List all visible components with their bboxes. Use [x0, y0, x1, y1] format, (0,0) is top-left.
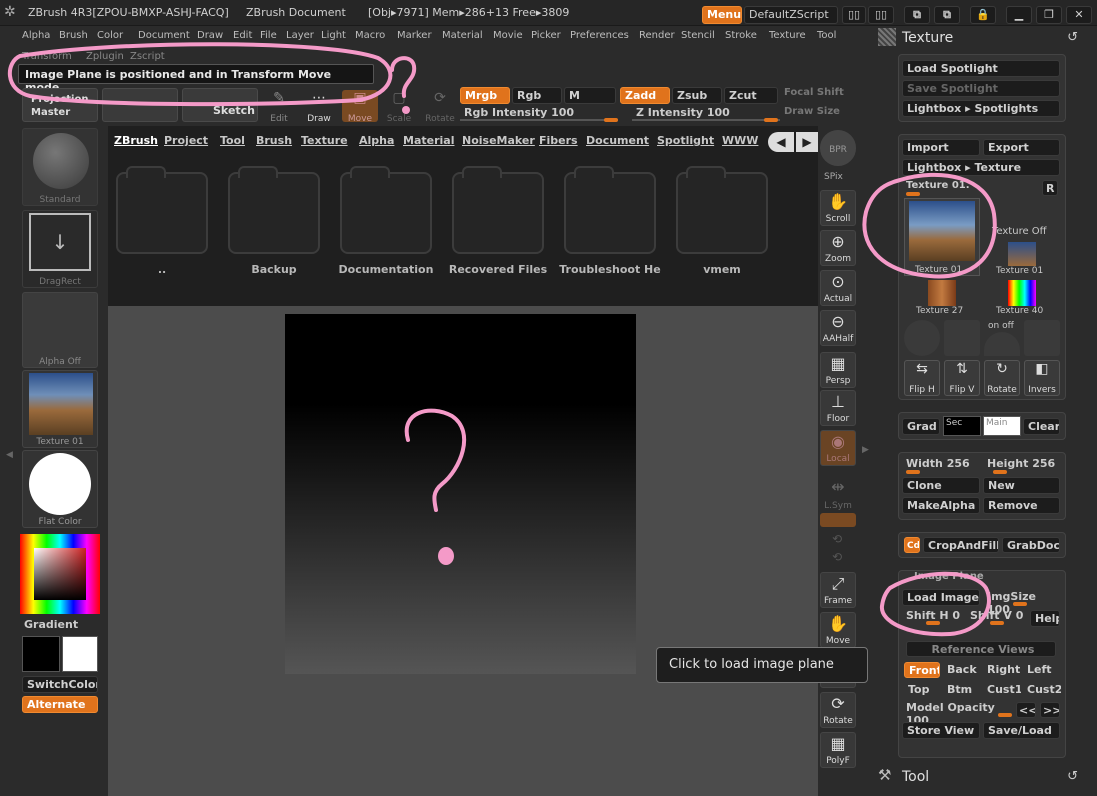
annotation-overlay	[7, 42, 997, 637]
annotation-circle-load-image	[879, 571, 991, 637]
annotation-question-mark-top	[390, 56, 417, 98]
annotation-question-mark-canvas	[404, 408, 467, 512]
annotation-circle-info	[7, 42, 393, 107]
annotation-circle-texture	[862, 172, 997, 279]
annotation-question-dot-canvas	[438, 547, 454, 565]
annotation-question-dot-top	[402, 106, 410, 114]
